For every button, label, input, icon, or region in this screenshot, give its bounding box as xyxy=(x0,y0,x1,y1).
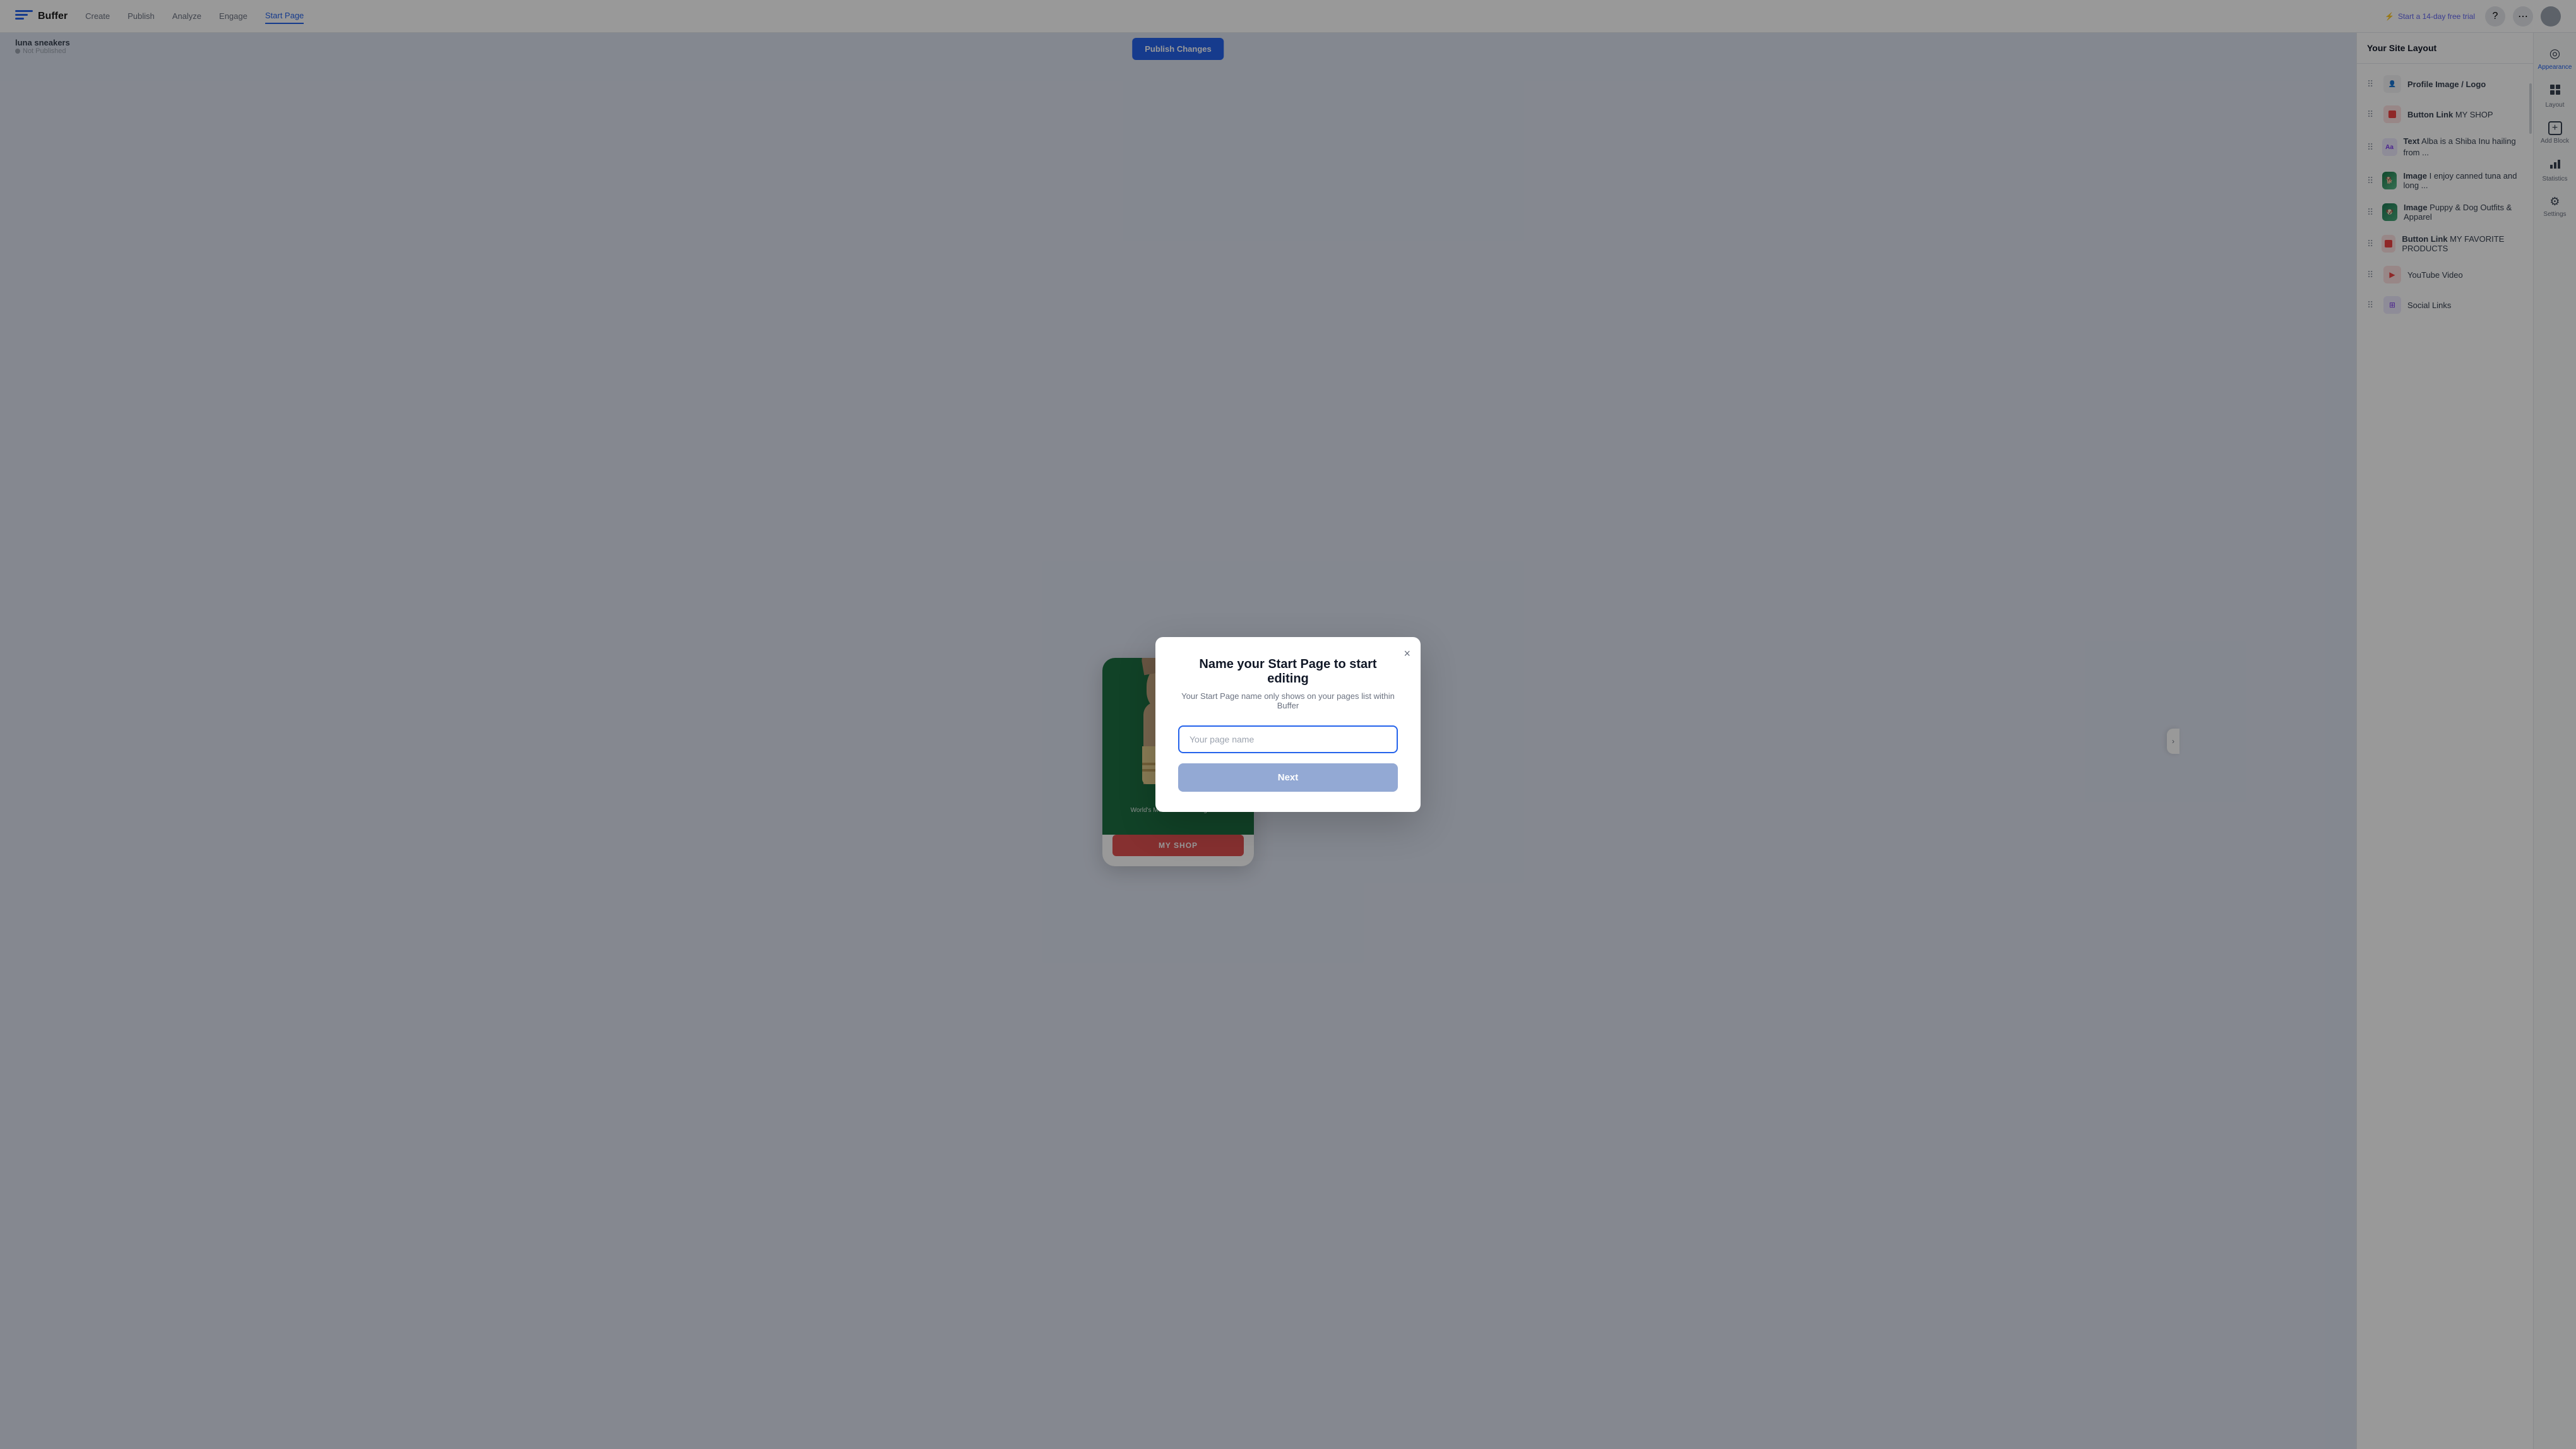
modal-close-btn[interactable]: × xyxy=(1404,647,1410,660)
name-modal: × Name your Start Page to start editing … xyxy=(1155,637,1421,812)
page-name-input[interactable] xyxy=(1178,725,1398,753)
modal-overlay[interactable]: × Name your Start Page to start editing … xyxy=(0,0,2576,1449)
modal-subtitle: Your Start Page name only shows on your … xyxy=(1178,691,1398,710)
modal-next-btn[interactable]: Next xyxy=(1178,763,1398,792)
modal-title: Name your Start Page to start editing xyxy=(1178,657,1398,686)
